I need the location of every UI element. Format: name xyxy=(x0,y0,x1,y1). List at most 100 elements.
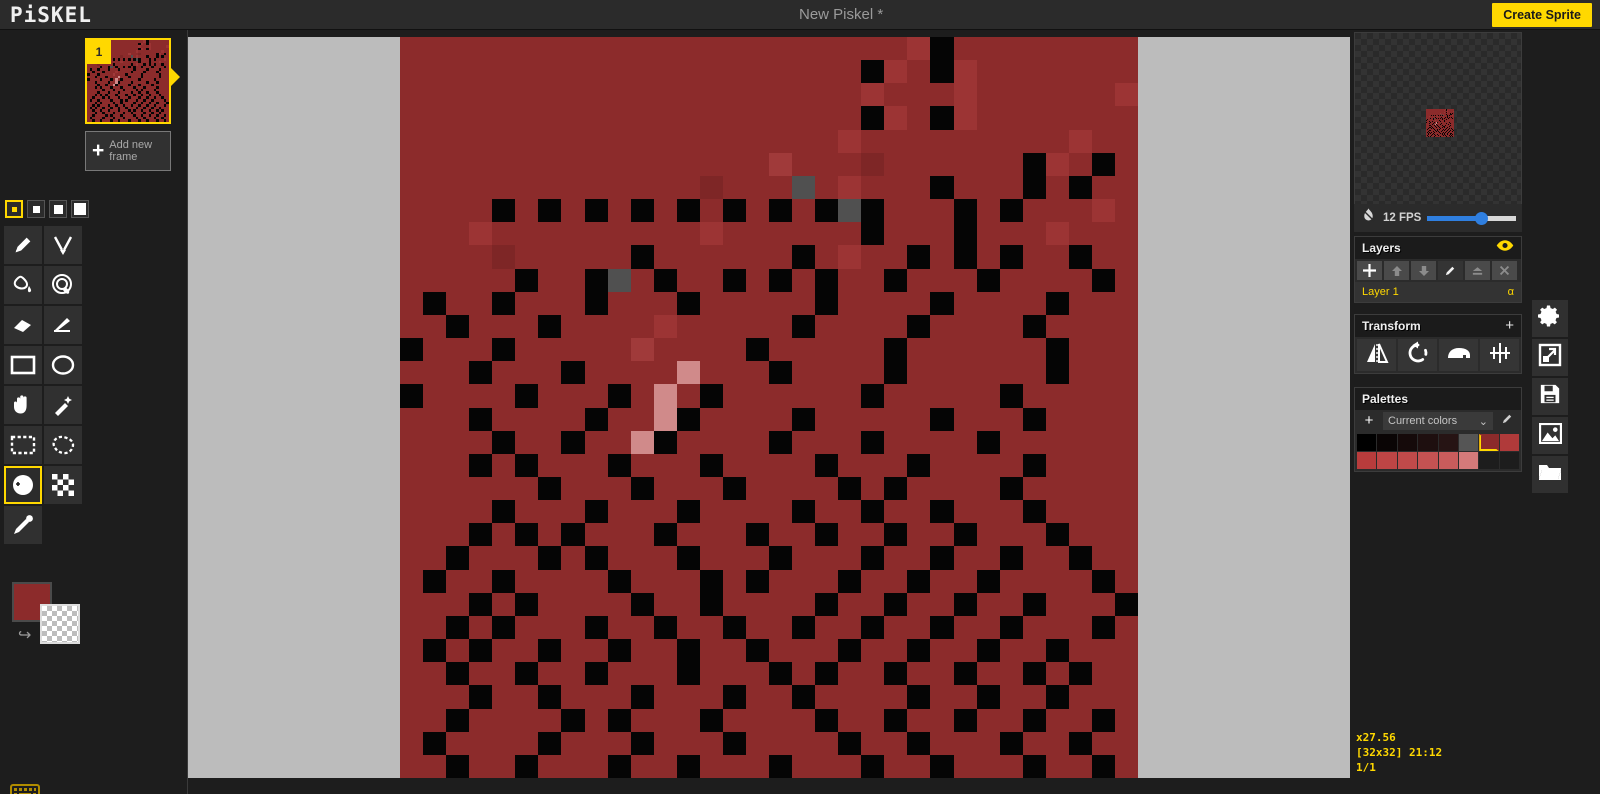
palette-swatch[interactable] xyxy=(1418,452,1438,469)
swap-colors-icon[interactable]: ↩ xyxy=(18,625,31,645)
palette-dropdown[interactable]: Current colors ⌄ xyxy=(1383,412,1493,430)
move-hand-icon xyxy=(11,393,35,417)
palette-swatch[interactable] xyxy=(1438,452,1458,469)
pixel-canvas[interactable] xyxy=(400,37,1138,778)
right-icon-rail xyxy=(1532,300,1568,495)
pen-size-4-button[interactable] xyxy=(71,200,89,218)
palette-swatch[interactable] xyxy=(1438,434,1458,451)
flip-button[interactable] xyxy=(1357,339,1396,371)
add-new-frame-button[interactable]: + Add new frame xyxy=(85,131,171,171)
tool-pencil[interactable] xyxy=(4,226,42,264)
color-picker-icon xyxy=(11,513,35,537)
move-layer-up-button[interactable] xyxy=(1384,261,1409,280)
palette-swatch[interactable] xyxy=(1479,452,1499,469)
lighten-darken-icon xyxy=(11,473,35,497)
animation-preview[interactable] xyxy=(1354,32,1522,232)
tool-rectangle[interactable] xyxy=(4,346,42,384)
tool-lighten-darken[interactable] xyxy=(4,466,42,504)
fps-slider[interactable] xyxy=(1427,211,1516,225)
palette-swatch[interactable] xyxy=(1357,434,1377,451)
pen-size-2-button[interactable] xyxy=(27,200,45,218)
tool-lasso-select[interactable] xyxy=(44,426,82,464)
flip-horizontal-icon xyxy=(1365,341,1389,370)
palette-swatch[interactable] xyxy=(1479,434,1499,451)
tool-move[interactable] xyxy=(4,386,42,424)
pencil-icon xyxy=(12,234,34,256)
plus-icon: + xyxy=(92,139,105,162)
tool-rectangle-select[interactable] xyxy=(4,426,42,464)
fps-slider-knob[interactable] xyxy=(1475,211,1489,225)
export-button[interactable] xyxy=(1532,417,1568,454)
rotate-icon xyxy=(1406,341,1430,370)
palette-swatch[interactable] xyxy=(1458,452,1479,469)
frame-selected-caret xyxy=(171,68,180,86)
color-swatches[interactable] xyxy=(1355,432,1521,471)
rotate-button[interactable] xyxy=(1398,339,1437,371)
plus-icon[interactable]: + xyxy=(1359,413,1379,428)
dithering-icon xyxy=(52,474,74,496)
palettes-panel: Palettes + Current colors ⌄ xyxy=(1354,387,1522,472)
palette-swatch[interactable] xyxy=(1458,434,1479,451)
tool-paint-similar[interactable] xyxy=(44,266,82,304)
move-layer-down-button[interactable] xyxy=(1411,261,1436,280)
settings-button[interactable] xyxy=(1532,300,1568,337)
resize-button[interactable] xyxy=(1532,339,1568,376)
plus-icon[interactable]: + xyxy=(1505,318,1514,333)
secondary-color-swatch[interactable] xyxy=(40,604,80,644)
keyboard-shortcuts-icon[interactable] xyxy=(10,782,40,794)
tool-circle[interactable] xyxy=(44,346,82,384)
transform-panel-title: Transform xyxy=(1362,319,1421,333)
palette-swatch[interactable] xyxy=(1397,434,1418,451)
tool-vertical-mirror-pen[interactable] xyxy=(44,226,82,264)
save-button[interactable] xyxy=(1532,378,1568,415)
palette-swatch[interactable] xyxy=(1377,434,1397,451)
center-button[interactable] xyxy=(1480,339,1519,371)
tool-magic-wand[interactable] xyxy=(44,386,82,424)
palette-swatch[interactable] xyxy=(1377,452,1397,469)
app-logo: PiSKEL xyxy=(10,2,92,27)
folder-icon xyxy=(1538,462,1562,487)
rename-layer-button[interactable] xyxy=(1438,261,1463,280)
tool-color-picker[interactable] xyxy=(4,506,42,544)
palette-swatch[interactable] xyxy=(1397,452,1418,469)
palettes-panel-header: Palettes xyxy=(1355,388,1521,410)
circle-icon xyxy=(51,354,75,376)
clone-button[interactable] xyxy=(1439,339,1478,371)
palette-swatch[interactable] xyxy=(1499,452,1519,469)
palette-dropdown-value: Current colors xyxy=(1388,415,1458,427)
pen-size-selector xyxy=(5,200,89,218)
frame-item-1[interactable]: 1 xyxy=(85,38,171,124)
save-icon xyxy=(1539,383,1561,410)
clone-icon xyxy=(1446,344,1472,367)
tool-dithering[interactable] xyxy=(44,466,82,504)
tool-stroke[interactable] xyxy=(44,306,82,344)
edit-palette-icon[interactable] xyxy=(1497,412,1517,430)
layer-opacity[interactable]: α xyxy=(1508,286,1514,298)
add-layer-button[interactable] xyxy=(1357,261,1382,280)
rectangle-icon xyxy=(10,355,36,375)
add-frame-label-2: frame xyxy=(109,151,138,163)
paint-all-similar-icon xyxy=(51,273,75,297)
palette-swatch[interactable] xyxy=(1418,434,1438,451)
create-sprite-button[interactable]: Create Sprite xyxy=(1492,2,1592,27)
palette-swatch[interactable] xyxy=(1499,434,1519,451)
top-bar: PiSKEL New Piskel * Create Sprite xyxy=(0,0,1600,30)
merge-layer-button[interactable] xyxy=(1465,261,1490,280)
transform-buttons xyxy=(1355,337,1521,373)
layer-buttons xyxy=(1355,259,1521,282)
eye-icon[interactable] xyxy=(1496,239,1514,257)
vertical-mirror-pen-icon xyxy=(51,233,75,257)
drawing-canvas-area[interactable] xyxy=(188,37,1350,778)
chevron-down-icon: ⌄ xyxy=(1478,415,1488,428)
tool-paint-bucket[interactable] xyxy=(4,266,42,304)
onion-skin-icon[interactable] xyxy=(1360,207,1377,229)
open-button[interactable] xyxy=(1532,456,1568,493)
layer-row-1[interactable]: Layer 1 α xyxy=(1355,282,1521,302)
delete-layer-button[interactable] xyxy=(1492,261,1517,280)
palette-swatch[interactable] xyxy=(1357,452,1377,469)
transform-panel-header: Transform + xyxy=(1355,315,1521,337)
pen-size-3-button[interactable] xyxy=(49,200,67,218)
pen-size-1-button[interactable] xyxy=(5,200,23,218)
document-title: New Piskel * xyxy=(798,6,884,23)
tool-eraser[interactable] xyxy=(4,306,42,344)
